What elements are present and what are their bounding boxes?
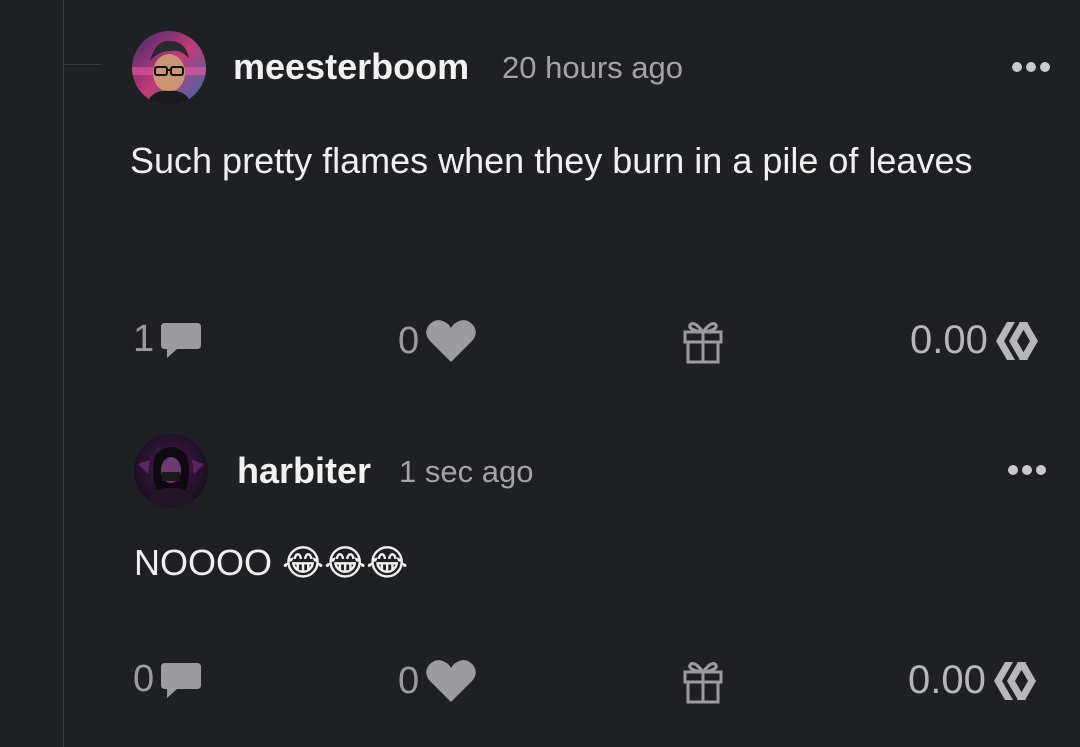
heart-icon [426,660,476,702]
reply-button[interactable]: 1 [133,318,202,361]
speech-bubble-icon [161,662,202,698]
timestamp[interactable]: 20 hours ago [502,50,683,86]
more-options-icon[interactable] [1008,465,1046,475]
more-options-icon[interactable] [1012,62,1050,72]
upvote-button[interactable]: 0 [398,318,477,364]
reply-count: 0 [133,658,155,700]
payout-value: 0.00 [910,318,988,362]
gift-icon[interactable] [682,658,724,709]
comment: meesterboom 20 hours ago Such pretty fla… [0,0,1080,400]
timestamp[interactable]: 1 sec ago [399,454,533,490]
vote-count: 0 [398,319,420,362]
avatar[interactable] [132,31,206,105]
comment-body: NOOOO 😂😂😂 [134,542,409,583]
payout[interactable]: 0.00 [910,318,1040,363]
avatar[interactable] [134,434,208,508]
comment-body: Such pretty flames when they burn in a p… [130,140,973,181]
heart-icon [426,320,476,362]
username[interactable]: meesterboom [233,46,469,88]
hive-logo-icon [993,661,1036,700]
vote-count: 0 [398,659,420,702]
comment: harbiter 1 sec ago NOOOO 😂😂😂 0 0 0.00 [0,400,1080,747]
upvote-button[interactable]: 0 [398,658,477,704]
speech-bubble-icon [161,322,202,358]
payout-value: 0.00 [908,658,986,702]
reply-count: 1 [133,318,155,360]
hive-logo-icon [995,321,1038,360]
payout[interactable]: 0.00 [908,658,1038,703]
username[interactable]: harbiter [237,450,371,492]
gift-icon[interactable] [682,318,724,369]
reply-button[interactable]: 0 [133,658,202,701]
